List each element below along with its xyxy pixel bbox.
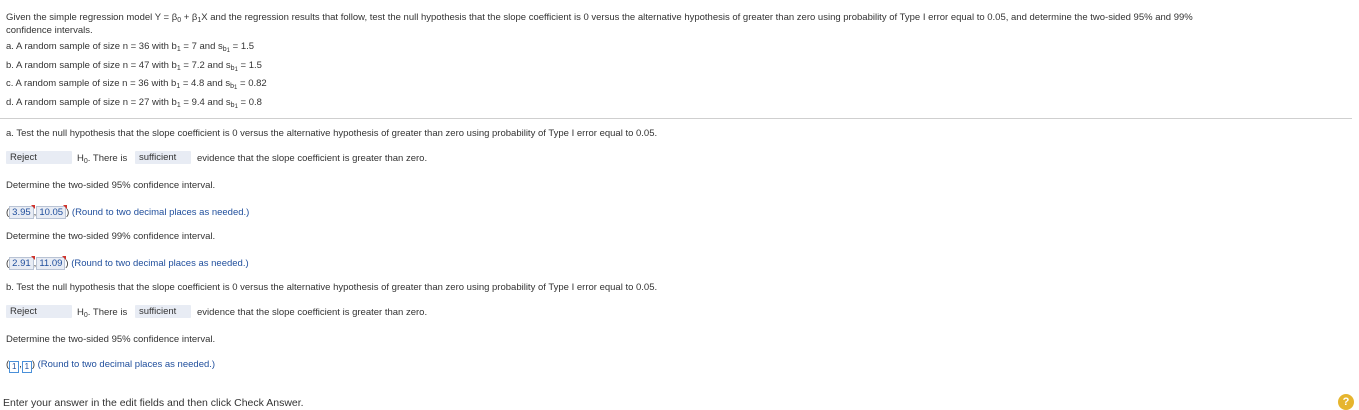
part-b-evidence-value: sufficient [139, 306, 177, 317]
part-b-decision-value: Reject [10, 306, 37, 317]
problem-intro-cont: confidence intervals. [6, 25, 93, 36]
part-a-decision-dropdown[interactable]: Reject [6, 151, 72, 164]
close-paren: ) [31, 359, 35, 370]
problem-item-d: d. A random sample of size n = 27 with b… [6, 97, 262, 110]
part-a-ci99-prompt: Determine the two-sided 99% confidence i… [6, 231, 216, 242]
part-a-ci95-answer: (3.95, 10.05) (Round to two decimal place… [6, 205, 250, 219]
incorrect-flag-icon [30, 256, 35, 260]
part-b-ci95-low-field[interactable]: 1 [9, 361, 20, 373]
part-a-conclusion: evidence that the slope coefficient is g… [197, 153, 428, 164]
part-a-ci95-round-note: (Round to two decimal places as needed.) [71, 207, 250, 218]
footer-instruction: Enter your answer in the edit fields and… [3, 397, 304, 409]
section-divider [0, 118, 1352, 119]
help-icon[interactable]: ? [1338, 394, 1354, 410]
part-a-h0-text: H0. There is [77, 153, 128, 165]
part-a-ci99-round-note: (Round to two decimal places as needed.) [71, 258, 249, 269]
part-a-ci99-high-field[interactable]: 11.09 [36, 256, 67, 270]
part-b-question: b. Test the null hypothesis that the slo… [6, 282, 658, 293]
problem-item-c: c. A random sample of size n = 36 with b… [6, 78, 267, 91]
part-a-ci99-low-field[interactable]: 2.91 [9, 256, 35, 270]
incorrect-flag-icon [63, 205, 68, 209]
part-a-ci95-low-field[interactable]: 3.95 [9, 205, 35, 219]
part-a-ci99-answer: (2.91, 11.09) (Round to two decimal place… [6, 256, 249, 270]
incorrect-flag-icon [30, 205, 35, 209]
part-b-ci95-round-note: (Round to two decimal places as needed.) [37, 359, 216, 370]
part-b-ci95-high-field[interactable]: 1 [21, 361, 32, 373]
part-a-ci95-prompt: Determine the two-sided 95% confidence i… [6, 180, 216, 191]
part-a-evidence-value: sufficient [139, 152, 177, 163]
part-b-ci95-prompt: Determine the two-sided 95% confidence i… [6, 334, 216, 345]
problem-item-a: a. A random sample of size n = 36 with b… [6, 41, 255, 54]
part-a-question: a. Test the null hypothesis that the slo… [6, 128, 658, 139]
problem-intro: Given the simple regression model Y = β0… [6, 12, 1193, 24]
incorrect-flag-icon [62, 256, 67, 260]
part-a-evidence-dropdown[interactable]: sufficient [135, 151, 191, 164]
part-a-ci95-high-field[interactable]: 10.05 [36, 205, 68, 219]
part-b-evidence-dropdown[interactable]: sufficient [135, 305, 191, 318]
problem-item-b: b. A random sample of size n = 47 with b… [6, 60, 262, 73]
part-b-h0-text: H0. There is [77, 307, 128, 319]
part-b-ci95-answer: (1, 1) (Round to two decimal places as ne… [6, 359, 216, 373]
part-a-decision-value: Reject [10, 152, 37, 163]
part-b-conclusion: evidence that the slope coefficient is g… [197, 307, 428, 318]
part-b-decision-dropdown[interactable]: Reject [6, 305, 72, 318]
